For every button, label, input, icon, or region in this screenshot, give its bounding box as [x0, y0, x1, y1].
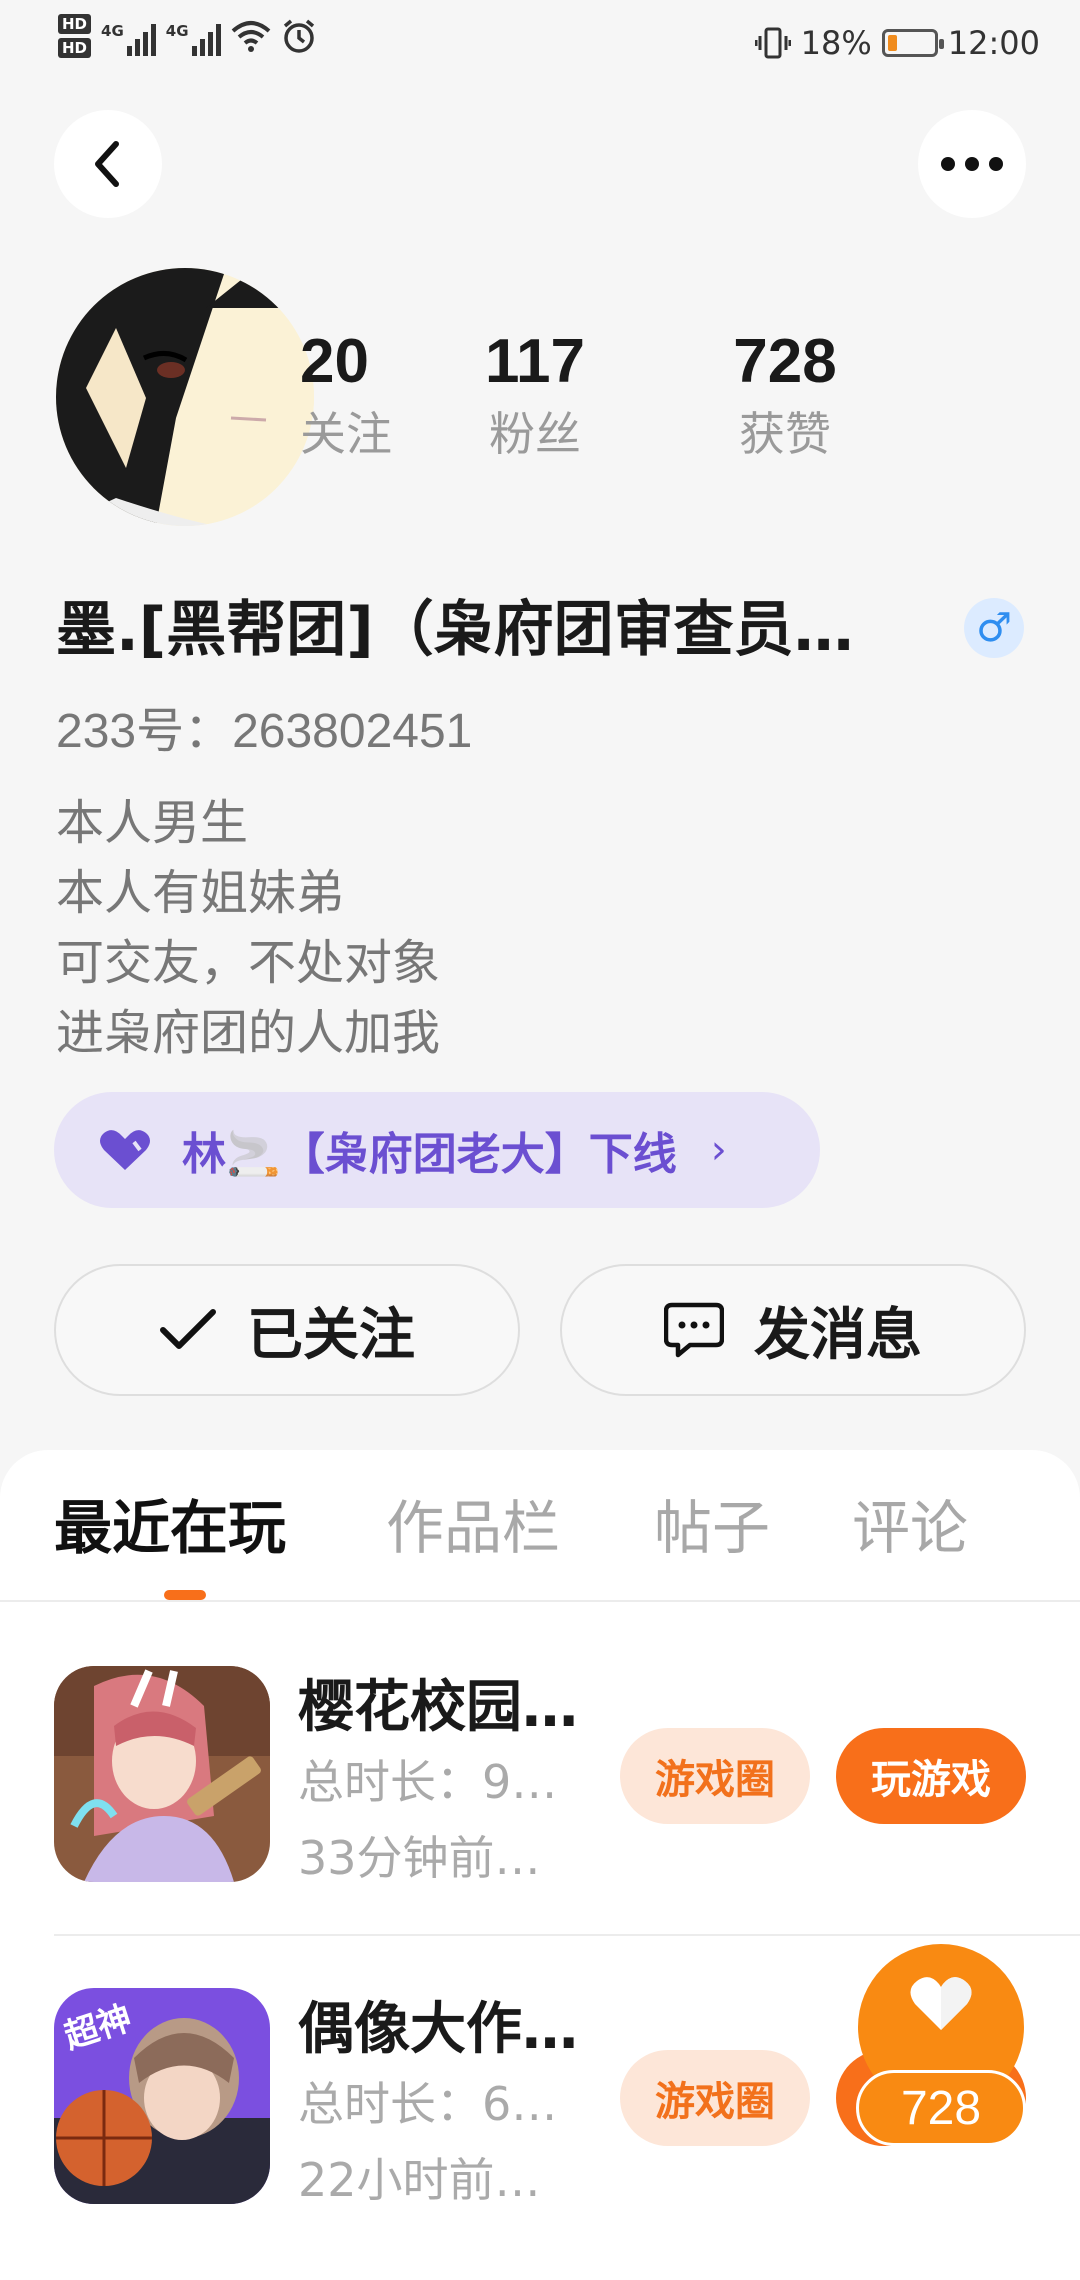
game-total-time: 总时长：6…	[298, 2077, 558, 2131]
send-message-button[interactable]: 发消息	[560, 1264, 1026, 1396]
followers-label: 粉丝	[489, 407, 581, 461]
signal-icon-2: 4G	[166, 16, 221, 56]
heart-icon	[100, 1130, 150, 1170]
game-icon-sakura[interactable]	[54, 1666, 270, 1882]
following-label: 关注	[300, 407, 392, 461]
bio-line: 本人男生	[56, 795, 249, 851]
wifi-icon	[231, 21, 270, 52]
likes-label: 获赞	[739, 407, 831, 461]
game-circle-button[interactable]: 游戏圈	[620, 2050, 810, 2146]
inviter-text: 林🚬【枭府团老大】下线	[182, 1129, 677, 1180]
bio-line: 本人有姐妹弟	[56, 865, 345, 921]
network-label-1: 4G	[101, 22, 124, 40]
profile-stats: 20 关注 117 粉丝 728 获赞	[300, 322, 970, 466]
game-list-item[interactable]: 樱花校园… 总时长：9… 33分钟前… 游戏圈 玩游戏	[54, 1666, 1080, 1936]
bio-line: 可交友，不处对象	[56, 935, 441, 991]
chat-bubble-icon	[664, 1302, 724, 1358]
following-stat[interactable]: 20 关注	[300, 322, 410, 466]
user-id[interactable]: 233号：263802451	[56, 700, 472, 764]
game-last-played: 33分钟前…	[298, 1831, 541, 1885]
more-dots-icon	[941, 157, 1003, 171]
chevron-right-icon: ›	[710, 1127, 727, 1173]
back-button[interactable]	[54, 110, 162, 218]
inviter-badge[interactable]: 林🚬【枭府团老大】下线 ›	[54, 1092, 820, 1208]
avatar[interactable]	[56, 268, 314, 526]
game-name: 樱花校园…	[298, 1675, 578, 1740]
battery-icon	[881, 29, 944, 57]
send-message-label: 发消息	[754, 1302, 922, 1368]
content-panel: 最近在玩 作品栏 帖子 评论 樱花校园… 总时长：9… 33分钟前… 游戏圈 玩…	[0, 1450, 1080, 2280]
clock-time: 12:00	[947, 24, 1040, 62]
followers-stat[interactable]: 117 粉丝	[410, 322, 660, 466]
alarm-icon	[283, 19, 314, 53]
tab-recently-played[interactable]: 最近在玩	[54, 1490, 286, 1566]
nickname: 墨.[黑帮团]（枭府团审查员…	[56, 595, 854, 665]
likes-stat[interactable]: 728 获赞	[660, 322, 910, 466]
bio-line: 进枭府团的人加我	[56, 1005, 441, 1061]
likes-count: 728	[733, 327, 837, 396]
followers-count: 117	[484, 327, 586, 396]
tab-comments[interactable]: 评论	[852, 1490, 968, 1566]
followed-button[interactable]: 已关注	[54, 1264, 520, 1396]
status-bar: HD HD 4G 4G 18% 12:00	[0, 0, 1080, 92]
play-game-button[interactable]: 玩游戏	[836, 1728, 1026, 1824]
game-last-played: 22小时前…	[298, 2153, 541, 2207]
battery-percent: 18%	[800, 24, 872, 62]
hd-badge-1: HD	[58, 14, 92, 34]
checkmark-icon	[160, 1309, 216, 1349]
following-count: 20	[300, 327, 369, 396]
tab-works[interactable]: 作品栏	[386, 1490, 560, 1566]
chevron-left-icon	[95, 141, 119, 187]
hd-badge-2: HD	[58, 38, 92, 58]
signal-icon-1: 4G	[101, 16, 156, 56]
game-name: 偶像大作…	[298, 1997, 578, 2062]
game-icon-idol[interactable]: 超神	[54, 1988, 270, 2204]
bio: 本人男生 本人有姐妹弟 可交友，不处对象 进枭府团的人加我	[56, 788, 440, 1068]
game-circle-button[interactable]: 游戏圈	[620, 1728, 810, 1824]
hd-indicators: HD HD	[58, 14, 92, 58]
male-gender-icon: ♂	[964, 598, 1024, 658]
game-total-time: 总时长：9…	[298, 1755, 558, 1809]
network-label-2: 4G	[165, 22, 189, 40]
vibrate-icon	[754, 27, 791, 59]
tab-posts[interactable]: 帖子	[654, 1490, 770, 1566]
heart-icon	[910, 1977, 972, 2030]
followed-label: 已关注	[247, 1302, 415, 1368]
active-tab-indicator	[164, 1590, 206, 1600]
profile-tabs: 最近在玩 作品栏 帖子 评论	[0, 1450, 1080, 1602]
floating-like-count: 728	[856, 2070, 1026, 2146]
more-button[interactable]	[918, 110, 1026, 218]
